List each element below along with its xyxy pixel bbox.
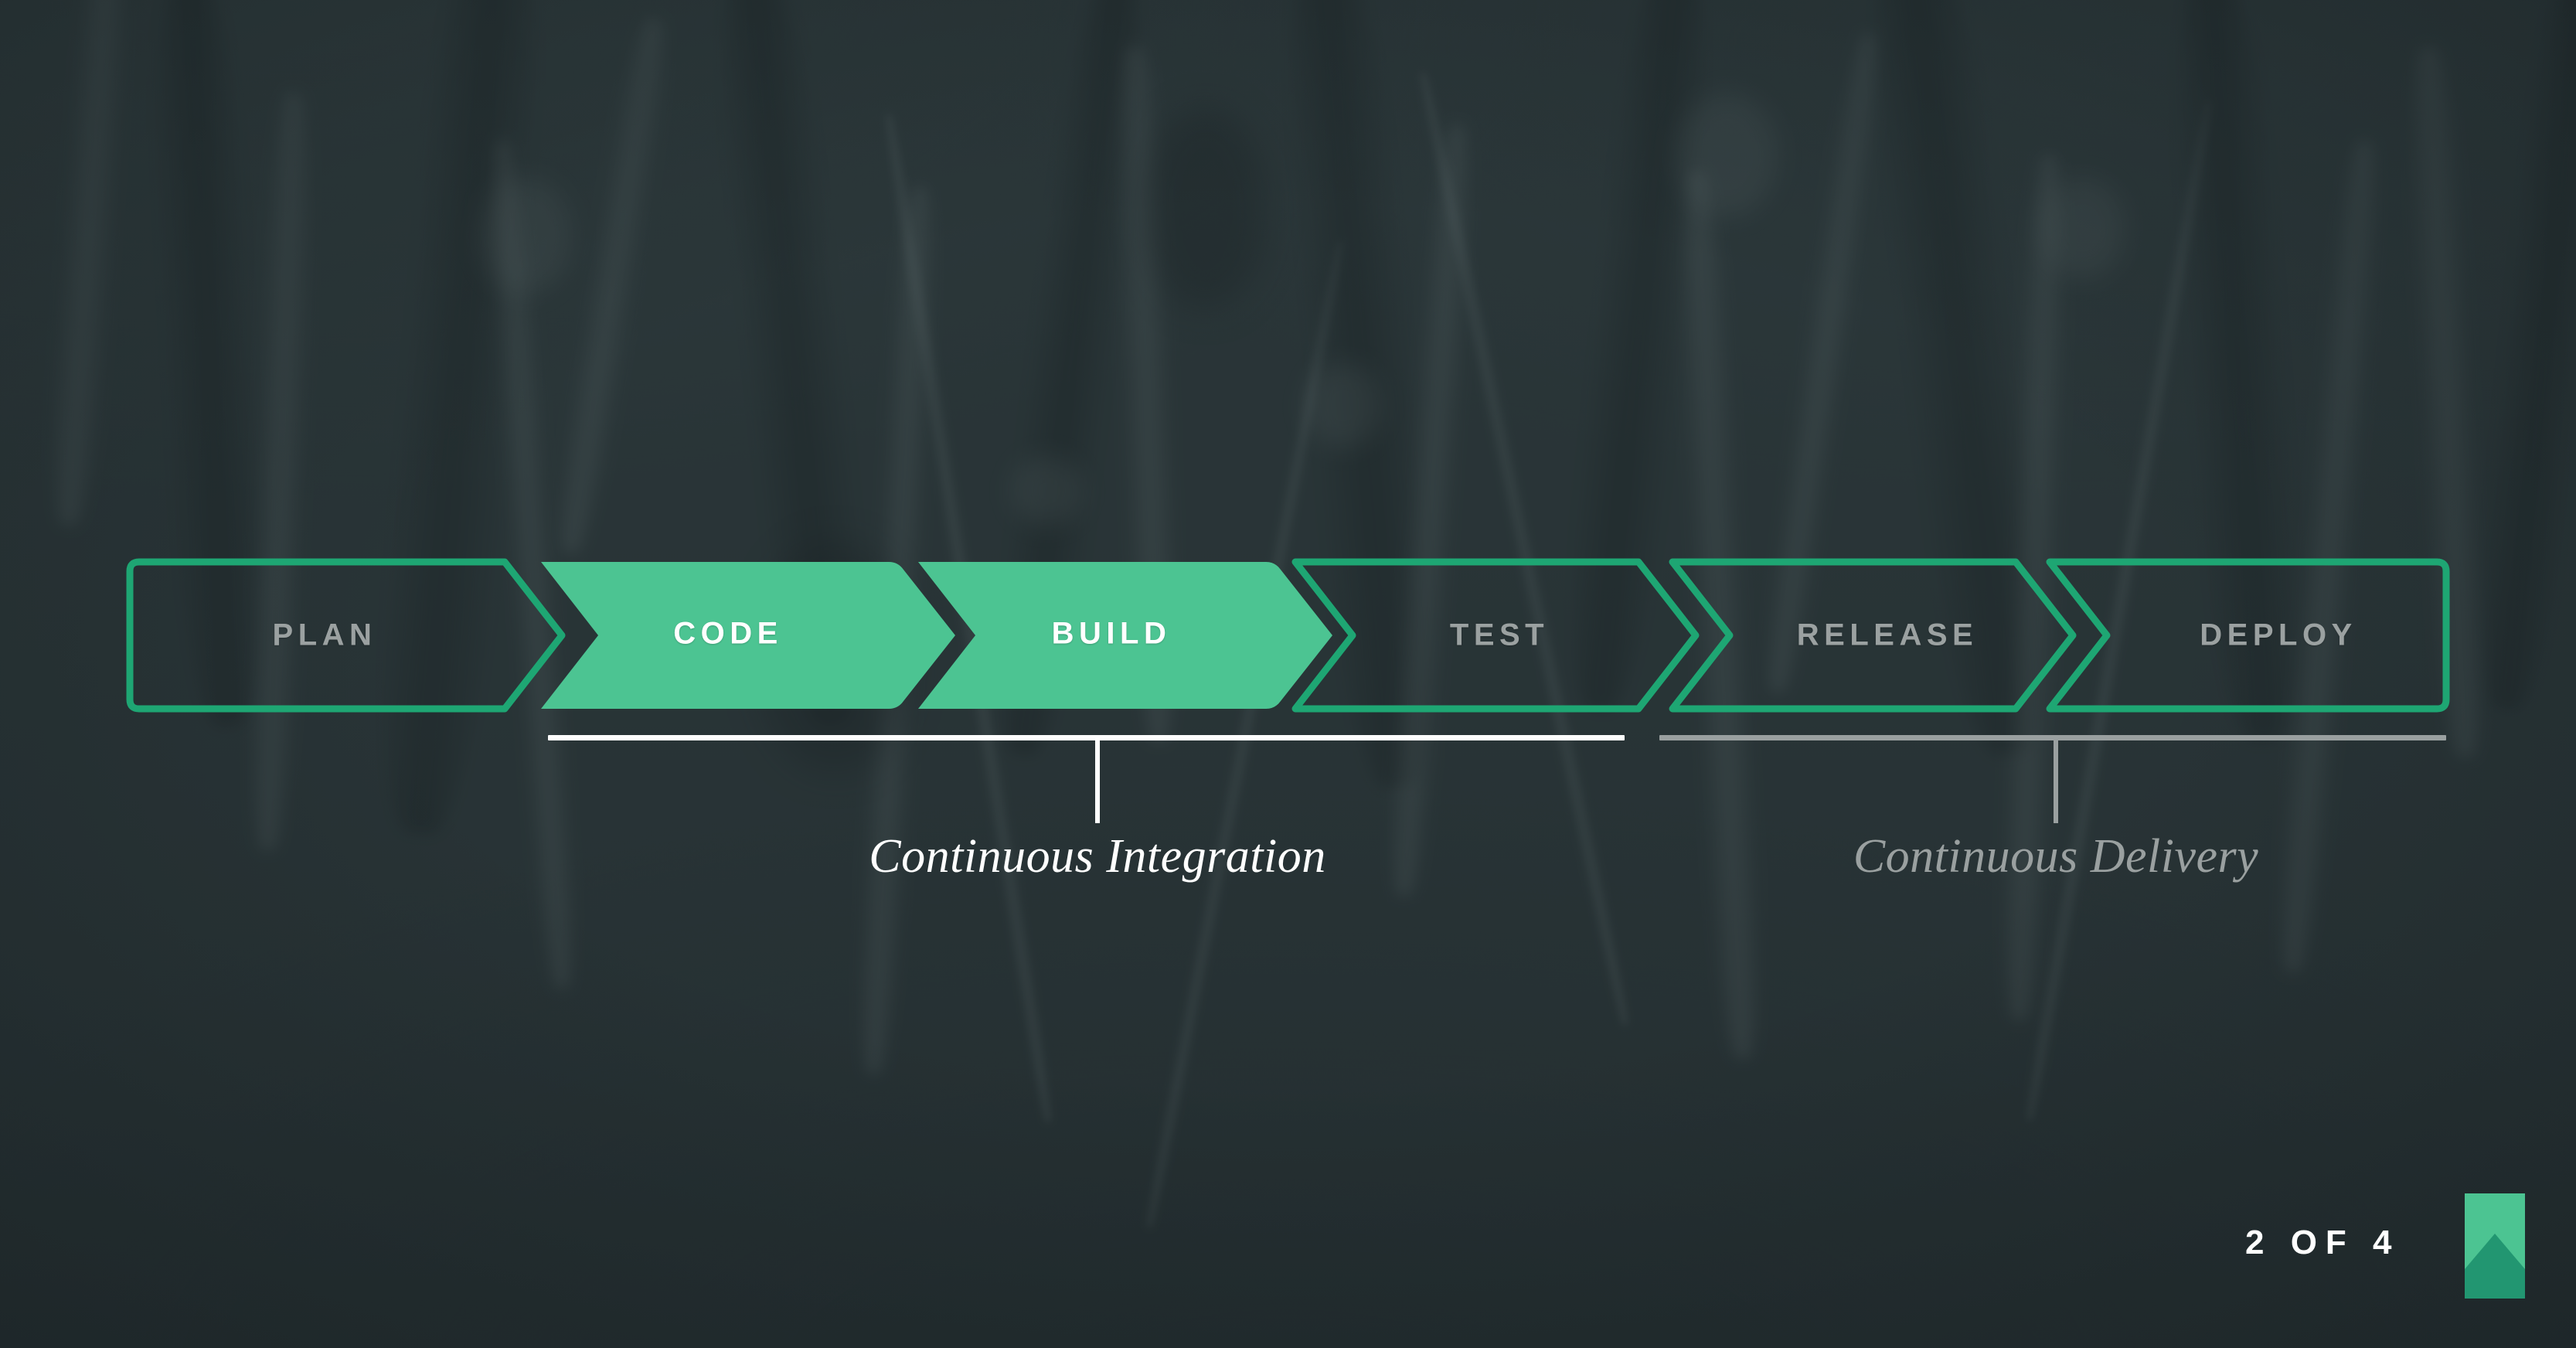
pipeline-chevrons [126,558,2450,713]
stage-label-code: CODE [673,616,783,651]
stage-label-build: BUILD [1051,616,1172,651]
stage-label-deploy: DEPLOY [2200,618,2357,652]
stage-label-test: TEST [1449,618,1550,652]
bracket-tick-cd [2054,740,2058,823]
mountain-logo [2465,1193,2525,1299]
bracket-rule-cd [1659,735,2446,740]
stage-label-release: RELEASE [1796,618,1979,652]
stage-label-plan: PLAN [272,618,377,652]
bracket-tick-ci [1095,740,1100,823]
bracket-rule-ci [548,735,1625,740]
page-counter: 2 OF 4 [2245,1224,2401,1261]
mountain-logo-icon [2465,1193,2525,1299]
devops-pipeline-diagram: PLAN CODE BUILD TEST RELEASE DEPLOY [0,0,2576,1348]
bracket-caption-ci: Continuous Integration [869,830,1326,883]
slide-canvas: PLAN CODE BUILD TEST RELEASE DEPLOY Cont… [0,0,2576,1348]
bracket-caption-cd: Continuous Delivery [1853,830,2259,883]
